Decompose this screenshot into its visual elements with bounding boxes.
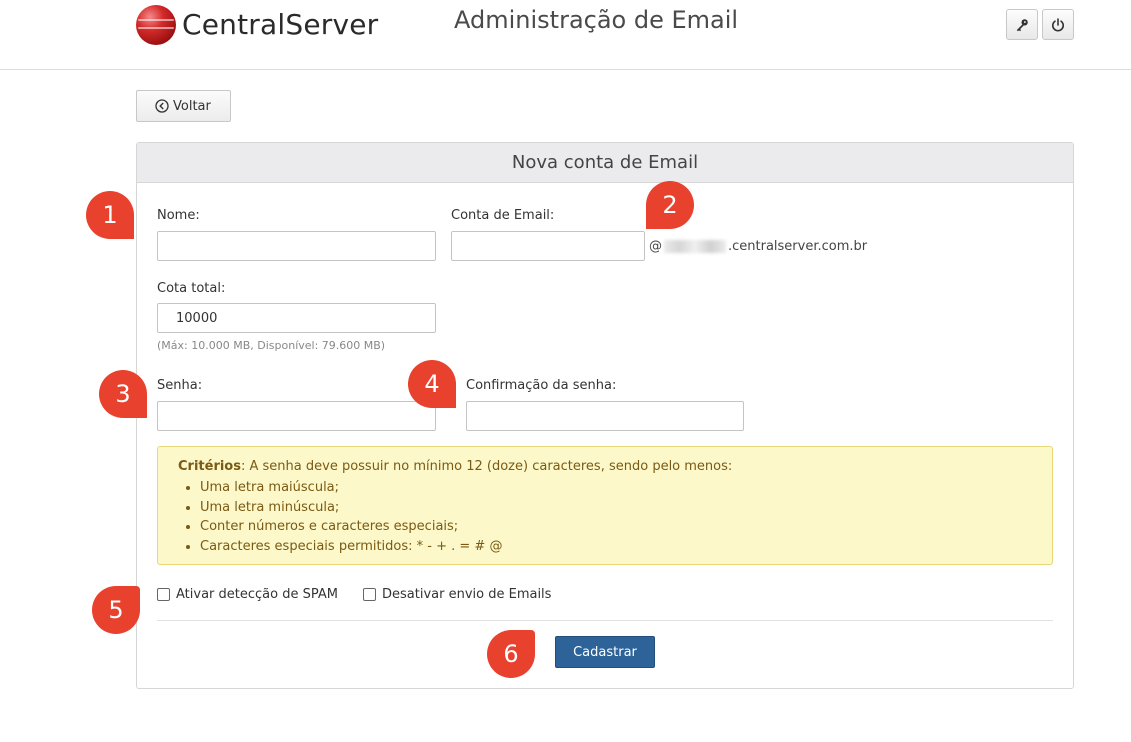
- email-account-input[interactable]: [451, 231, 645, 261]
- criteria-item: Uma letra maiúscula;: [200, 478, 1032, 498]
- annotation-marker: 4: [408, 360, 456, 408]
- annotation-marker: 1: [86, 191, 134, 239]
- spam-detection-label: Ativar detecção de SPAM: [176, 587, 338, 602]
- spam-detection-checkbox[interactable]: [157, 588, 170, 601]
- name-label: Nome:: [157, 208, 200, 223]
- disable-send-option[interactable]: Desativar envio de Emails: [363, 587, 551, 602]
- chevron-left-circle-icon: [155, 99, 169, 113]
- disable-send-checkbox[interactable]: [363, 588, 376, 601]
- key-icon: [1015, 18, 1029, 32]
- disable-send-label: Desativar envio de Emails: [382, 587, 552, 602]
- name-input[interactable]: [157, 231, 436, 261]
- email-domain: @ .centralserver.com.br: [649, 239, 867, 254]
- spam-detection-option[interactable]: Ativar detecção de SPAM: [157, 587, 338, 602]
- annotation-marker: 5: [92, 586, 140, 634]
- power-icon: [1051, 17, 1065, 32]
- annotation-marker: 6: [487, 630, 535, 678]
- logout-button[interactable]: [1042, 9, 1074, 40]
- criteria-item: Conter números e caracteres especiais;: [200, 517, 1032, 537]
- quota-input[interactable]: [157, 303, 436, 333]
- form-divider: [157, 620, 1053, 621]
- brand-name: CentralServer: [182, 8, 379, 41]
- app-header: CentralServer Administração de Email: [0, 0, 1131, 70]
- criteria-intro: : A senha deve possuir no mínimo 12 (doz…: [240, 459, 733, 474]
- criteria-list: Uma letra maiúscula; Uma letra minúscula…: [178, 478, 1032, 556]
- panel-title: Nova conta de Email: [137, 143, 1073, 183]
- criteria-title: Critérios: [178, 459, 241, 474]
- submit-button[interactable]: Cadastrar: [555, 636, 655, 668]
- email-account-label: Conta de Email:: [451, 208, 555, 223]
- password-confirm-label: Confirmação da senha:: [466, 378, 617, 393]
- logo-icon: [136, 5, 176, 45]
- quota-label: Cota total:: [157, 281, 226, 296]
- domain-suffix: .centralserver.com.br: [728, 239, 868, 254]
- back-button[interactable]: Voltar: [136, 90, 231, 122]
- annotation-marker: 2: [646, 181, 694, 229]
- password-key-button[interactable]: [1006, 9, 1038, 40]
- criteria-item: Uma letra minúscula;: [200, 498, 1032, 518]
- page-title: Administração de Email: [454, 6, 739, 34]
- password-confirm-input[interactable]: [466, 401, 744, 431]
- quota-hint: (Máx: 10.000 MB, Disponível: 79.600 MB): [157, 339, 386, 352]
- back-button-label: Voltar: [173, 98, 211, 114]
- password-criteria-alert: Critérios: A senha deve possuir no mínim…: [157, 446, 1053, 565]
- redacted-domain: [664, 240, 726, 253]
- criteria-item: Caracteres especiais permitidos: * - + .…: [200, 537, 1032, 557]
- password-input[interactable]: [157, 401, 436, 431]
- domain-at: @: [649, 239, 662, 254]
- password-label: Senha:: [157, 378, 203, 393]
- annotation-marker: 3: [99, 370, 147, 418]
